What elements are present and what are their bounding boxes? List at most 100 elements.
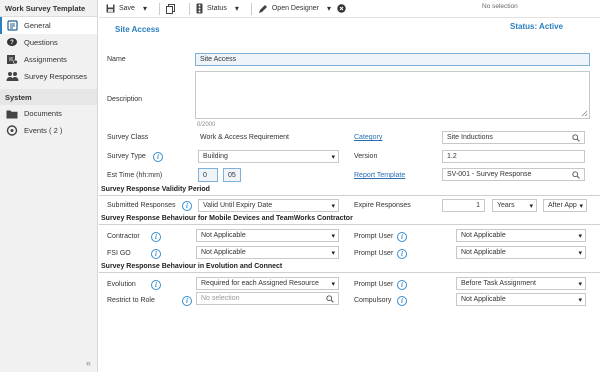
- sidebar-item-label: Survey Responses: [24, 72, 87, 81]
- assignment-icon: [5, 54, 19, 66]
- est-time-label: Est Time (hh:mm): [107, 172, 163, 179]
- sidebar-item-label: Documents: [24, 109, 62, 118]
- evolution-section-title: Survey Response Behaviour in Evolution a…: [101, 263, 283, 270]
- chevron-down-icon: ▾: [331, 202, 335, 210]
- est-hours-field[interactable]: 0: [198, 168, 218, 182]
- copy-button[interactable]: [165, 3, 179, 14]
- close-button[interactable]: [337, 4, 350, 13]
- validity-section-title: Survey Response Validity Period: [101, 186, 210, 193]
- contractor-select[interactable]: Not Applicable ▾: [196, 229, 339, 242]
- status-dropdown-chevron-icon[interactable]: ▾: [235, 4, 239, 13]
- info-icon[interactable]: i: [151, 280, 161, 290]
- info-icon[interactable]: i: [151, 232, 161, 242]
- character-counter: 0/2000: [197, 122, 216, 128]
- info-icon[interactable]: i: [151, 249, 161, 259]
- toolbar-selection-field[interactable]: No selection: [480, 3, 597, 15]
- info-icon[interactable]: i: [182, 201, 192, 211]
- status-button[interactable]: Status: [196, 3, 227, 14]
- events-icon: [5, 125, 19, 137]
- survey-class-label: Survey Class: [107, 134, 149, 141]
- section-divider: [99, 272, 600, 273]
- expire-when-value: After App: [548, 202, 577, 209]
- sidebar-item-label: General: [24, 21, 51, 30]
- survey-type-select[interactable]: Building ▾: [198, 150, 339, 163]
- prompt-user-label: Prompt User: [354, 281, 394, 288]
- sidebar-item-label: Assignments: [24, 55, 67, 64]
- fsi-go-select[interactable]: Not Applicable ▾: [196, 246, 339, 259]
- save-dropdown-chevron-icon[interactable]: ▾: [143, 4, 147, 13]
- save-button[interactable]: Save: [106, 4, 135, 13]
- chevron-down-icon: ▾: [578, 280, 582, 288]
- submitted-responses-select[interactable]: Valid Until Expiry Date ▾: [198, 199, 339, 212]
- section-divider: [99, 224, 600, 225]
- search-icon[interactable]: [572, 171, 580, 179]
- save-icon: [106, 4, 115, 13]
- est-minutes-field[interactable]: 05: [223, 168, 241, 182]
- prompt-user-select[interactable]: Not Applicable ▾: [456, 229, 586, 242]
- compulsory-label: Compulsory: [354, 297, 392, 304]
- survey-class-value: Work & Access Requirement: [200, 134, 289, 141]
- mobile-section-title: Survey Response Behaviour for Mobile Dev…: [101, 215, 353, 222]
- sidebar-item-events[interactable]: Events ( 2 ): [0, 122, 97, 139]
- copy-icon: [165, 3, 175, 14]
- people-icon: [5, 71, 19, 83]
- sidebar-item-survey-responses[interactable]: Survey Responses: [0, 68, 97, 85]
- evolution-select[interactable]: Required for each Assigned Resource ▾: [196, 277, 339, 290]
- chevron-down-icon: ▾: [331, 280, 335, 288]
- sidebar-item-documents[interactable]: Documents: [0, 105, 97, 122]
- report-template-value: SV-001 - Survey Response: [447, 171, 532, 178]
- traffic-light-icon: [196, 3, 203, 14]
- collapse-sidebar-button[interactable]: «: [86, 358, 91, 368]
- report-template-field[interactable]: SV-001 - Survey Response: [442, 168, 585, 181]
- survey-type-value: Building: [203, 153, 228, 160]
- search-icon[interactable]: [572, 134, 580, 142]
- submitted-responses-value: Valid Until Expiry Date: [203, 202, 273, 209]
- open-designer-button[interactable]: Open Designer: [258, 4, 319, 14]
- toolbar: Save ▾ Status ▾ Open Designer ▾ No selec…: [99, 0, 600, 18]
- info-icon[interactable]: i: [397, 280, 407, 290]
- chevron-down-icon: ▾: [331, 232, 335, 240]
- sidebar: Work Survey Template General ? Questions…: [0, 0, 98, 372]
- prompt-user-value: Not Applicable: [461, 232, 506, 239]
- category-link[interactable]: Category: [354, 134, 382, 141]
- sidebar-item-questions[interactable]: ? Questions: [0, 34, 97, 51]
- sidebar-section-system: System: [0, 89, 97, 105]
- info-icon[interactable]: i: [153, 152, 163, 162]
- compulsory-select[interactable]: Not Applicable ▾: [456, 293, 586, 306]
- restrict-to-role-field[interactable]: No selection: [196, 292, 339, 305]
- toolbar-divider: [250, 2, 252, 15]
- expire-responses-label: Expire Responses: [354, 202, 411, 209]
- evolution-value: Required for each Assigned Resource: [201, 280, 319, 287]
- survey-type-label: Survey Type: [107, 153, 146, 160]
- info-icon[interactable]: i: [397, 296, 407, 306]
- info-icon[interactable]: i: [397, 249, 407, 259]
- version-field[interactable]: 1.2: [442, 150, 585, 163]
- open-designer-label: Open Designer: [271, 5, 319, 12]
- expire-number-field[interactable]: 1: [442, 199, 485, 212]
- info-icon[interactable]: i: [182, 296, 192, 306]
- category-field[interactable]: Site Inductions: [442, 131, 585, 144]
- report-template-link[interactable]: Report Template: [354, 172, 405, 179]
- evolution-label: Evolution: [107, 281, 136, 288]
- sidebar-item-general[interactable]: General: [0, 17, 97, 34]
- clipboard-icon: [5, 20, 19, 32]
- search-icon[interactable]: [326, 295, 334, 303]
- designer-dropdown-chevron-icon[interactable]: ▾: [327, 4, 331, 13]
- sidebar-item-assignments[interactable]: Assignments: [0, 51, 97, 68]
- fsi-go-value: Not Applicable: [201, 249, 246, 256]
- info-icon[interactable]: i: [397, 232, 407, 242]
- pencil-icon: [258, 4, 267, 13]
- sidebar-title: Work Survey Template: [0, 0, 97, 17]
- name-field[interactable]: Site Access: [195, 53, 590, 66]
- expire-unit-select[interactable]: Years ▾: [492, 199, 537, 212]
- prompt-user-select[interactable]: Before Task Assignment ▾: [456, 277, 586, 290]
- sidebar-item-label: Events ( 2 ): [24, 126, 63, 135]
- name-label: Name: [107, 56, 126, 63]
- question-bubble-icon: ?: [5, 37, 19, 49]
- prompt-user-label: Prompt User: [354, 233, 394, 240]
- submitted-responses-label: Submitted Responses: [107, 202, 176, 209]
- expire-when-select[interactable]: After App ▾: [543, 199, 587, 212]
- chevron-down-icon: ▾: [529, 202, 533, 210]
- description-field[interactable]: [195, 71, 590, 119]
- prompt-user-select[interactable]: Not Applicable ▾: [456, 246, 586, 259]
